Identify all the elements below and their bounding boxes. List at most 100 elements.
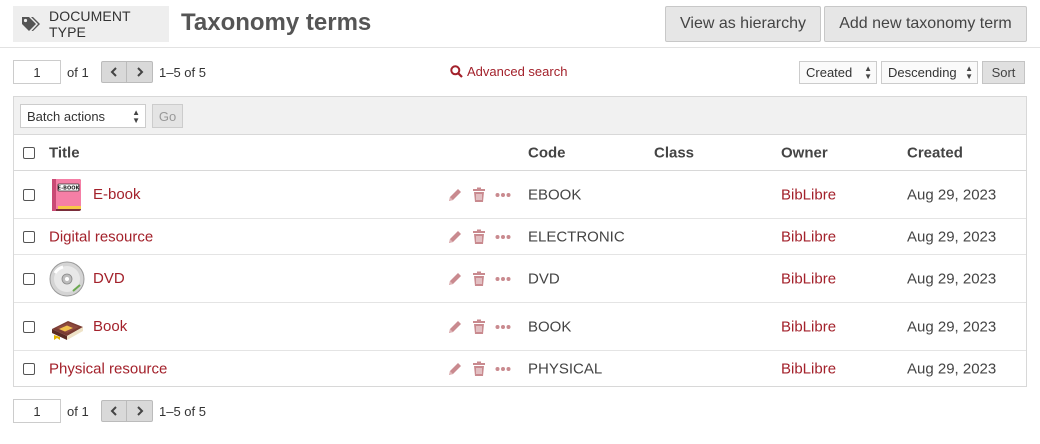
terms-table: Batch actions ▲ ▼ Go Title Code Class Own… [13,96,1027,387]
document-type-label: DOCUMENT TYPE [49,8,131,40]
trash-icon[interactable] [472,229,486,245]
row-checkbox[interactable] [23,363,35,375]
chevron-right-icon [136,67,143,77]
row-actions [447,271,511,287]
document-type-badge: DOCUMENT TYPE [13,6,169,42]
pencil-icon[interactable] [447,319,463,335]
pencil-icon[interactable] [447,361,463,377]
term-title-link[interactable]: DVD [93,270,125,287]
more-options-icon[interactable] [495,187,511,203]
row-actions [447,361,511,377]
page-title: Taxonomy terms [181,9,372,36]
owner-link[interactable]: BibLibre [781,361,836,378]
sort-direction-value: Descending [888,65,957,80]
title-cell: Digital resource [49,228,153,245]
select-arrows-icon: ▲ ▼ [132,108,140,125]
pager-bottom: of 1 1–5 of 5 [13,399,206,423]
more-options-icon[interactable] [495,229,511,245]
trash-icon[interactable] [472,319,486,335]
owner-link[interactable]: BibLibre [781,228,836,245]
result-range: 1–5 of 5 [159,64,206,80]
page-header: DOCUMENT TYPE Taxonomy terms View as hie… [0,0,1040,48]
owner-link[interactable]: BibLibre [781,186,836,203]
sort-controls: Created ▲ ▼ Descending ▲ ▼ Sort [799,61,1025,84]
chevron-left-icon [110,67,117,77]
column-header-title[interactable]: Title [49,144,80,161]
table-row: DVD DVD BibLibre Aug 29, 2023 [14,255,1026,303]
batch-actions-value: Batch actions [27,108,106,124]
pencil-icon[interactable] [447,187,463,203]
result-range: 1–5 of 5 [159,403,206,419]
page-count-label: of 1 [67,403,89,419]
select-arrows-icon: ▲ ▼ [864,64,872,81]
column-header-code[interactable]: Code [528,144,566,161]
term-title-link[interactable]: Digital resource [49,228,153,245]
title-cell: Physical resource [49,361,167,378]
add-taxonomy-term-button[interactable]: Add new taxonomy term [824,6,1027,42]
code-cell: BOOK [528,318,572,335]
column-header-owner[interactable]: Owner [781,144,828,161]
more-options-icon[interactable] [495,361,511,377]
book-thumbnail-icon [52,320,83,340]
select-arrows-icon: ▲ ▼ [965,64,973,81]
page-count-label: of 1 [67,64,89,80]
trash-icon[interactable] [472,361,486,377]
column-header-created[interactable]: Created [907,144,963,161]
sort-field-select[interactable]: Created ▲ ▼ [799,61,877,84]
previous-page-button[interactable] [101,61,127,83]
table-header: Title Code Class Owner Created [14,135,1026,171]
more-options-icon[interactable] [495,319,511,335]
trash-icon[interactable] [472,271,486,287]
owner-link[interactable]: BibLibre [781,318,836,335]
batch-actions-bar: Batch actions ▲ ▼ Go [14,97,1026,135]
ebook-thumbnail-icon: E-BOOK [52,178,81,211]
table-row: Book BOOK BibLibre Aug 29, 2023 [14,303,1026,351]
pencil-icon[interactable] [447,271,463,287]
next-page-button[interactable] [127,61,153,83]
code-cell: PHYSICAL [528,360,603,378]
batch-actions-select[interactable]: Batch actions ▲ ▼ [20,104,146,128]
sort-field-value: Created [806,65,853,80]
row-checkbox[interactable] [23,230,35,243]
term-title-link[interactable]: E-book [93,186,141,203]
view-as-hierarchy-button[interactable]: View as hierarchy [665,6,821,42]
row-actions [447,229,511,245]
code-cell: DVD [528,270,560,287]
owner-link[interactable]: BibLibre [781,270,836,287]
term-title-link[interactable]: Book [93,318,127,335]
sort-button[interactable]: Sort [982,61,1025,84]
row-checkbox[interactable] [23,272,35,285]
more-options-icon[interactable] [495,271,511,287]
code-cell: EBOOK [528,186,582,203]
title-cell: DVD [49,261,125,297]
title-cell: Book [49,309,127,345]
dvd-thumbnail-icon [49,261,85,296]
created-cell: Aug 29, 2023 [907,360,997,378]
search-icon [450,65,463,78]
sort-direction-select[interactable]: Descending ▲ ▼ [881,61,978,84]
table-row: E-BOOK E-book EBOOK BibLibre Aug 29, 202… [14,171,1026,219]
created-cell: Aug 29, 2023 [907,228,997,245]
chevron-left-icon [110,406,117,416]
row-checkbox[interactable] [23,188,35,201]
page-number-input[interactable] [13,60,61,84]
previous-page-button[interactable] [101,400,127,422]
title-cell: E-BOOK E-book [49,177,141,213]
trash-icon[interactable] [472,187,486,203]
column-header-class[interactable]: Class [654,144,694,161]
advanced-search-link[interactable]: Advanced search [450,64,567,79]
code-cell: ELECTRONIC [528,228,625,245]
tag-icon [21,16,41,32]
row-checkbox[interactable] [23,320,35,333]
advanced-search-label: Advanced search [467,64,568,79]
next-page-button[interactable] [127,400,153,422]
term-title-link[interactable]: Physical resource [49,361,167,378]
go-button[interactable]: Go [152,104,183,128]
created-cell: Aug 29, 2023 [907,270,997,287]
select-all-checkbox[interactable] [23,146,35,159]
page-number-input[interactable] [13,399,61,423]
pencil-icon[interactable] [447,229,463,245]
pager-top: of 1 1–5 of 5 [13,60,206,84]
table-row: Physical resource PHYSICAL BibLibre Aug … [14,351,1026,387]
chevron-right-icon [136,406,143,416]
